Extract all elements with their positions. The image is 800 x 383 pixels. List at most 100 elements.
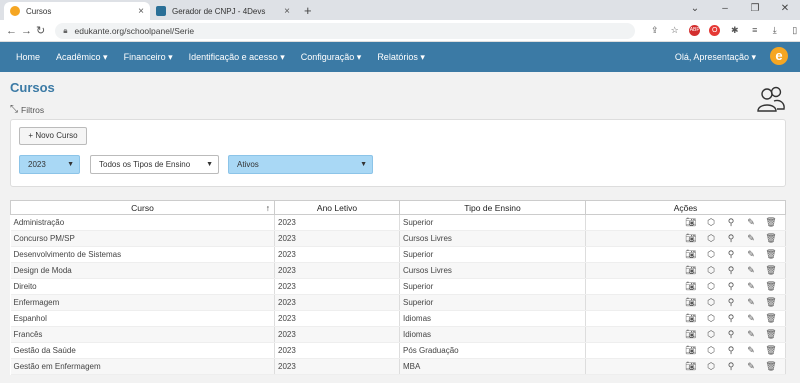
bookmark-star-icon[interactable]: ☆ [669, 25, 680, 36]
puzzle-extensions-icon[interactable]: ✱ [729, 25, 740, 36]
forward-icon[interactable]: → [21, 25, 32, 37]
cell-course: Concurso PM/SP [10, 230, 275, 247]
table-row[interactable]: Direito 2023 Superior 📷︎ ⬡ ⚲ ✎ 🗑︎ [10, 278, 786, 295]
pencil-icon[interactable]: ✎ [745, 281, 757, 292]
user-menu[interactable]: Olá, Apresentação ▾ [675, 52, 756, 63]
pencil-icon[interactable]: ✎ [745, 249, 757, 260]
pencil-icon[interactable]: ✎ [745, 297, 757, 308]
search-icon[interactable]: ⚲ [725, 361, 737, 372]
table-row[interactable]: Administração 2023 Superior 📷︎ ⬡ ⚲ ✎ 🗑︎ [10, 214, 786, 231]
table-row[interactable]: Espanhol 2023 Idiomas 📷︎ ⬡ ⚲ ✎ 🗑︎ [10, 310, 786, 327]
reading-list-icon[interactable]: ≡ [749, 25, 760, 36]
pencil-icon[interactable]: ✎ [745, 345, 757, 356]
box-icon[interactable]: ⬡ [705, 345, 717, 356]
camera-icon[interactable]: 📷︎ [685, 281, 697, 292]
camera-icon[interactable]: 📷︎ [685, 297, 697, 308]
trash-icon[interactable]: 🗑︎ [765, 217, 777, 228]
back-icon[interactable]: ← [6, 25, 17, 37]
pencil-icon[interactable]: ✎ [745, 265, 757, 276]
column-header-curso[interactable]: Curso ↑ [10, 200, 275, 215]
tab-list-chevron-icon[interactable]: ⌄ [680, 0, 710, 20]
box-icon[interactable]: ⬡ [705, 313, 717, 324]
reload-icon[interactable]: ↻ [36, 24, 45, 37]
camera-icon[interactable]: 📷︎ [685, 249, 697, 260]
camera-icon[interactable]: 📷︎ [685, 313, 697, 324]
search-icon[interactable]: ⚲ [725, 265, 737, 276]
new-tab-button[interactable]: + [304, 3, 312, 18]
column-header-tipo-ensino[interactable]: Tipo de Ensino [399, 200, 586, 215]
trash-icon[interactable]: 🗑︎ [765, 265, 777, 276]
year-select[interactable]: 2023 ▼ [19, 155, 80, 174]
camera-icon[interactable]: 📷︎ [685, 361, 697, 372]
search-icon[interactable]: ⚲ [725, 281, 737, 292]
nav-home[interactable]: Home [16, 52, 40, 62]
search-icon[interactable]: ⚲ [725, 297, 737, 308]
column-header-ano-letivo[interactable]: Ano Letivo [274, 200, 400, 215]
camera-icon[interactable]: 📷︎ [685, 217, 697, 228]
search-icon[interactable]: ⚲ [725, 249, 737, 260]
close-tab-icon[interactable]: × [284, 6, 290, 17]
box-icon[interactable]: ⬡ [705, 361, 717, 372]
row-actions: 📷︎ ⬡ ⚲ ✎ 🗑︎ [585, 310, 786, 327]
box-icon[interactable]: ⬡ [705, 329, 717, 340]
search-icon[interactable]: ⚲ [725, 233, 737, 244]
camera-icon[interactable]: 📷︎ [685, 233, 697, 244]
close-tab-icon[interactable]: × [138, 6, 144, 17]
new-course-button[interactable]: + Novo Curso [19, 127, 87, 145]
nav-identificacao[interactable]: Identificação e acesso ▾ [189, 52, 285, 63]
search-icon[interactable]: ⚲ [725, 313, 737, 324]
trash-icon[interactable]: 🗑︎ [765, 361, 777, 372]
nav-financeiro[interactable]: Financeiro ▾ [124, 52, 173, 63]
camera-icon[interactable]: 📷︎ [685, 265, 697, 276]
browser-tab-cnpj[interactable]: Gerador de CNPJ - 4Devs × [150, 2, 296, 20]
nav-academico[interactable]: Acadêmico ▾ [56, 52, 108, 63]
browser-tab-cursos[interactable]: Cursos × [4, 2, 150, 20]
box-icon[interactable]: ⬡ [705, 233, 717, 244]
search-icon[interactable]: ⚲ [725, 329, 737, 340]
users-group-icon[interactable] [756, 84, 786, 114]
search-icon[interactable]: ⚲ [725, 345, 737, 356]
camera-icon[interactable]: 📷︎ [685, 329, 697, 340]
filters-toggle[interactable]: ⤡ Filtros [10, 104, 790, 115]
box-icon[interactable]: ⬡ [705, 297, 717, 308]
share-icon[interactable]: ⇪ [649, 25, 660, 36]
opera-extension-icon[interactable]: O [709, 25, 721, 36]
pencil-icon[interactable]: ✎ [745, 233, 757, 244]
table-row[interactable]: Concurso PM/SP 2023 Cursos Livres 📷︎ ⬡ ⚲ ✎ 🗑︎ [10, 230, 786, 247]
trash-icon[interactable]: 🗑︎ [765, 297, 777, 308]
trash-icon[interactable]: 🗑︎ [765, 313, 777, 324]
adblock-icon[interactable]: ABP [689, 25, 701, 36]
box-icon[interactable]: ⬡ [705, 265, 717, 276]
trash-icon[interactable]: 🗑︎ [765, 249, 777, 260]
box-icon[interactable]: ⬡ [705, 281, 717, 292]
teaching-type-select[interactable]: Todos os Tipos de Ensino ▼ [90, 155, 219, 174]
search-icon[interactable]: ⚲ [725, 217, 737, 228]
sidebar-icon[interactable]: ▯ [789, 25, 800, 36]
download-icon[interactable]: ⤓ [769, 25, 780, 36]
trash-icon[interactable]: 🗑︎ [765, 329, 777, 340]
pencil-icon[interactable]: ✎ [745, 361, 757, 372]
camera-icon[interactable]: 📷︎ [685, 345, 697, 356]
table-row[interactable]: Desenvolvimento de Sistemas 2023 Superior 📷… [10, 246, 786, 263]
table-row[interactable]: Gestão da Saúde 2023 Pós Graduação 📷︎ ⬡ ⚲ ✎ 🗑︎ [10, 342, 786, 359]
table-row[interactable]: Francês 2023 Idiomas 📷︎ ⬡ ⚲ ✎ 🗑︎ [10, 326, 786, 343]
table-row[interactable]: Gestão em Enfermagem 2023 MBA 📷︎ ⬡ ⚲ ✎ 🗑︎ [10, 358, 786, 375]
restore-icon[interactable]: ❐ [740, 0, 770, 20]
status-select[interactable]: Ativos ▼ [228, 155, 373, 174]
trash-icon[interactable]: 🗑︎ [765, 233, 777, 244]
nav-configuracao[interactable]: Configuração ▾ [301, 52, 362, 63]
minimize-icon[interactable]: – [710, 0, 740, 20]
courses-table-wrapper: Curso ↑ Ano Letivo Tipo de Ensino Ações A… [10, 200, 786, 375]
box-icon[interactable]: ⬡ [705, 249, 717, 260]
table-row[interactable]: Enfermagem 2023 Superior 📷︎ ⬡ ⚲ ✎ 🗑︎ [10, 294, 786, 311]
box-icon[interactable]: ⬡ [705, 217, 717, 228]
nav-relatorios[interactable]: Relatórios ▾ [377, 52, 425, 63]
table-row[interactable]: Design de Moda 2023 Cursos Livres 📷︎ ⬡ ⚲ ✎ 🗑︎ [10, 262, 786, 279]
close-window-icon[interactable]: ✕ [770, 0, 800, 20]
trash-icon[interactable]: 🗑︎ [765, 281, 777, 292]
trash-icon[interactable]: 🗑︎ [765, 345, 777, 356]
address-bar[interactable]: 🔒︎ edukante.org/schoolpanel/Serie [55, 22, 636, 39]
pencil-icon[interactable]: ✎ [745, 313, 757, 324]
pencil-icon[interactable]: ✎ [745, 329, 757, 340]
pencil-icon[interactable]: ✎ [745, 217, 757, 228]
